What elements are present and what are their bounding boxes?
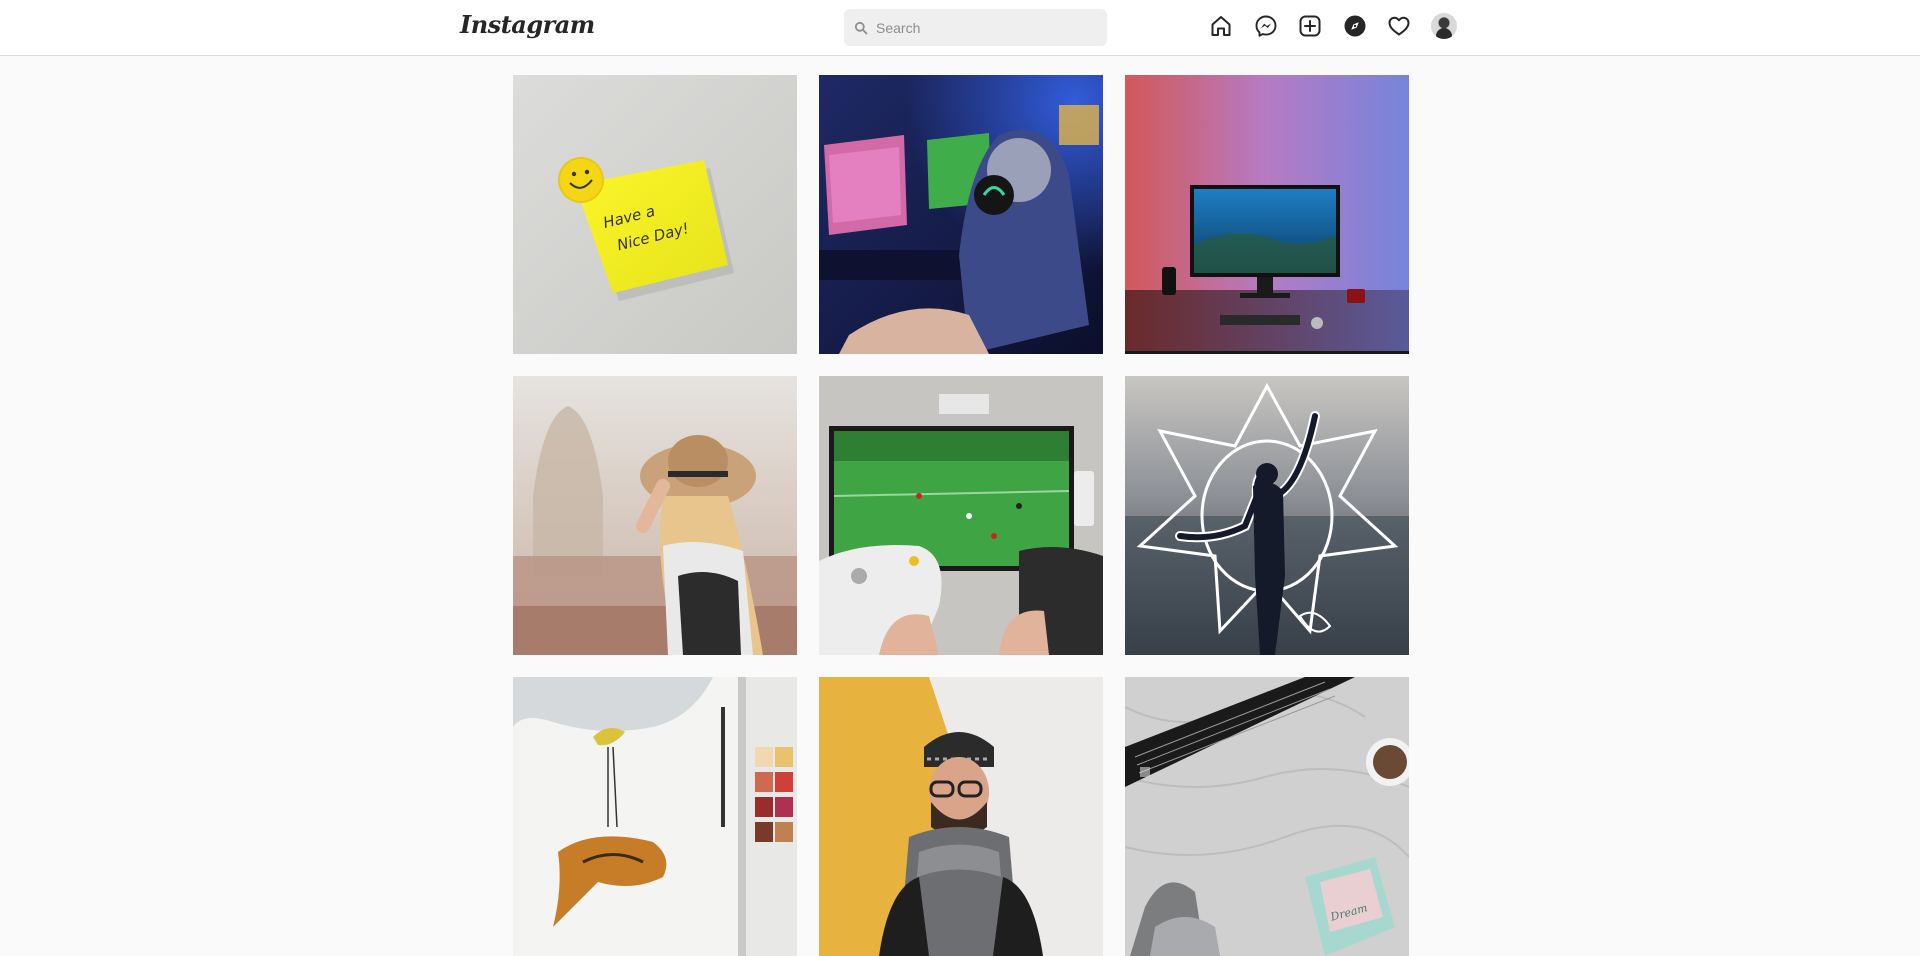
messenger-icon[interactable] bbox=[1252, 12, 1280, 40]
woman-hat-image bbox=[513, 376, 797, 655]
nav-icons bbox=[1207, 12, 1458, 40]
new-post-icon[interactable] bbox=[1296, 12, 1324, 40]
top-navigation-bar: Instagram bbox=[0, 0, 1920, 56]
ocean-doodle-image bbox=[1125, 376, 1409, 655]
instagram-logo[interactable]: Instagram bbox=[460, 8, 595, 42]
guitar-blanket-image: Dream bbox=[1125, 677, 1409, 956]
desk-monitor-image bbox=[1125, 75, 1409, 354]
search-icon bbox=[854, 21, 868, 35]
post-tile-football-game[interactable] bbox=[819, 376, 1103, 655]
post-tile-guitar-blanket[interactable]: Dream bbox=[1125, 677, 1409, 956]
post-tile-desk-monitor[interactable] bbox=[1125, 75, 1409, 354]
explore-icon[interactable] bbox=[1341, 12, 1369, 40]
football-game-image bbox=[819, 376, 1103, 655]
sticky-note-image: Have a Nice Day! bbox=[513, 75, 797, 354]
activity-heart-icon[interactable] bbox=[1385, 12, 1413, 40]
profile-avatar[interactable] bbox=[1430, 12, 1458, 40]
post-tile-gamer[interactable] bbox=[819, 75, 1103, 354]
post-tile-watercolor-fox[interactable] bbox=[513, 677, 797, 956]
home-icon[interactable] bbox=[1207, 12, 1235, 40]
gamer-image bbox=[819, 75, 1103, 354]
post-tile-man-beanie[interactable] bbox=[819, 677, 1103, 956]
search-input[interactable] bbox=[876, 19, 1096, 36]
search-box[interactable] bbox=[844, 9, 1107, 46]
man-beanie-image bbox=[819, 677, 1103, 956]
watercolor-fox-image bbox=[513, 677, 797, 956]
explore-grid: Have a Nice Day! Dream bbox=[513, 75, 1409, 956]
post-tile-sticky-note[interactable]: Have a Nice Day! bbox=[513, 75, 797, 354]
avatar bbox=[1430, 13, 1457, 39]
post-tile-woman-hat[interactable] bbox=[513, 376, 797, 655]
post-tile-ocean-doodle[interactable] bbox=[1125, 376, 1409, 655]
